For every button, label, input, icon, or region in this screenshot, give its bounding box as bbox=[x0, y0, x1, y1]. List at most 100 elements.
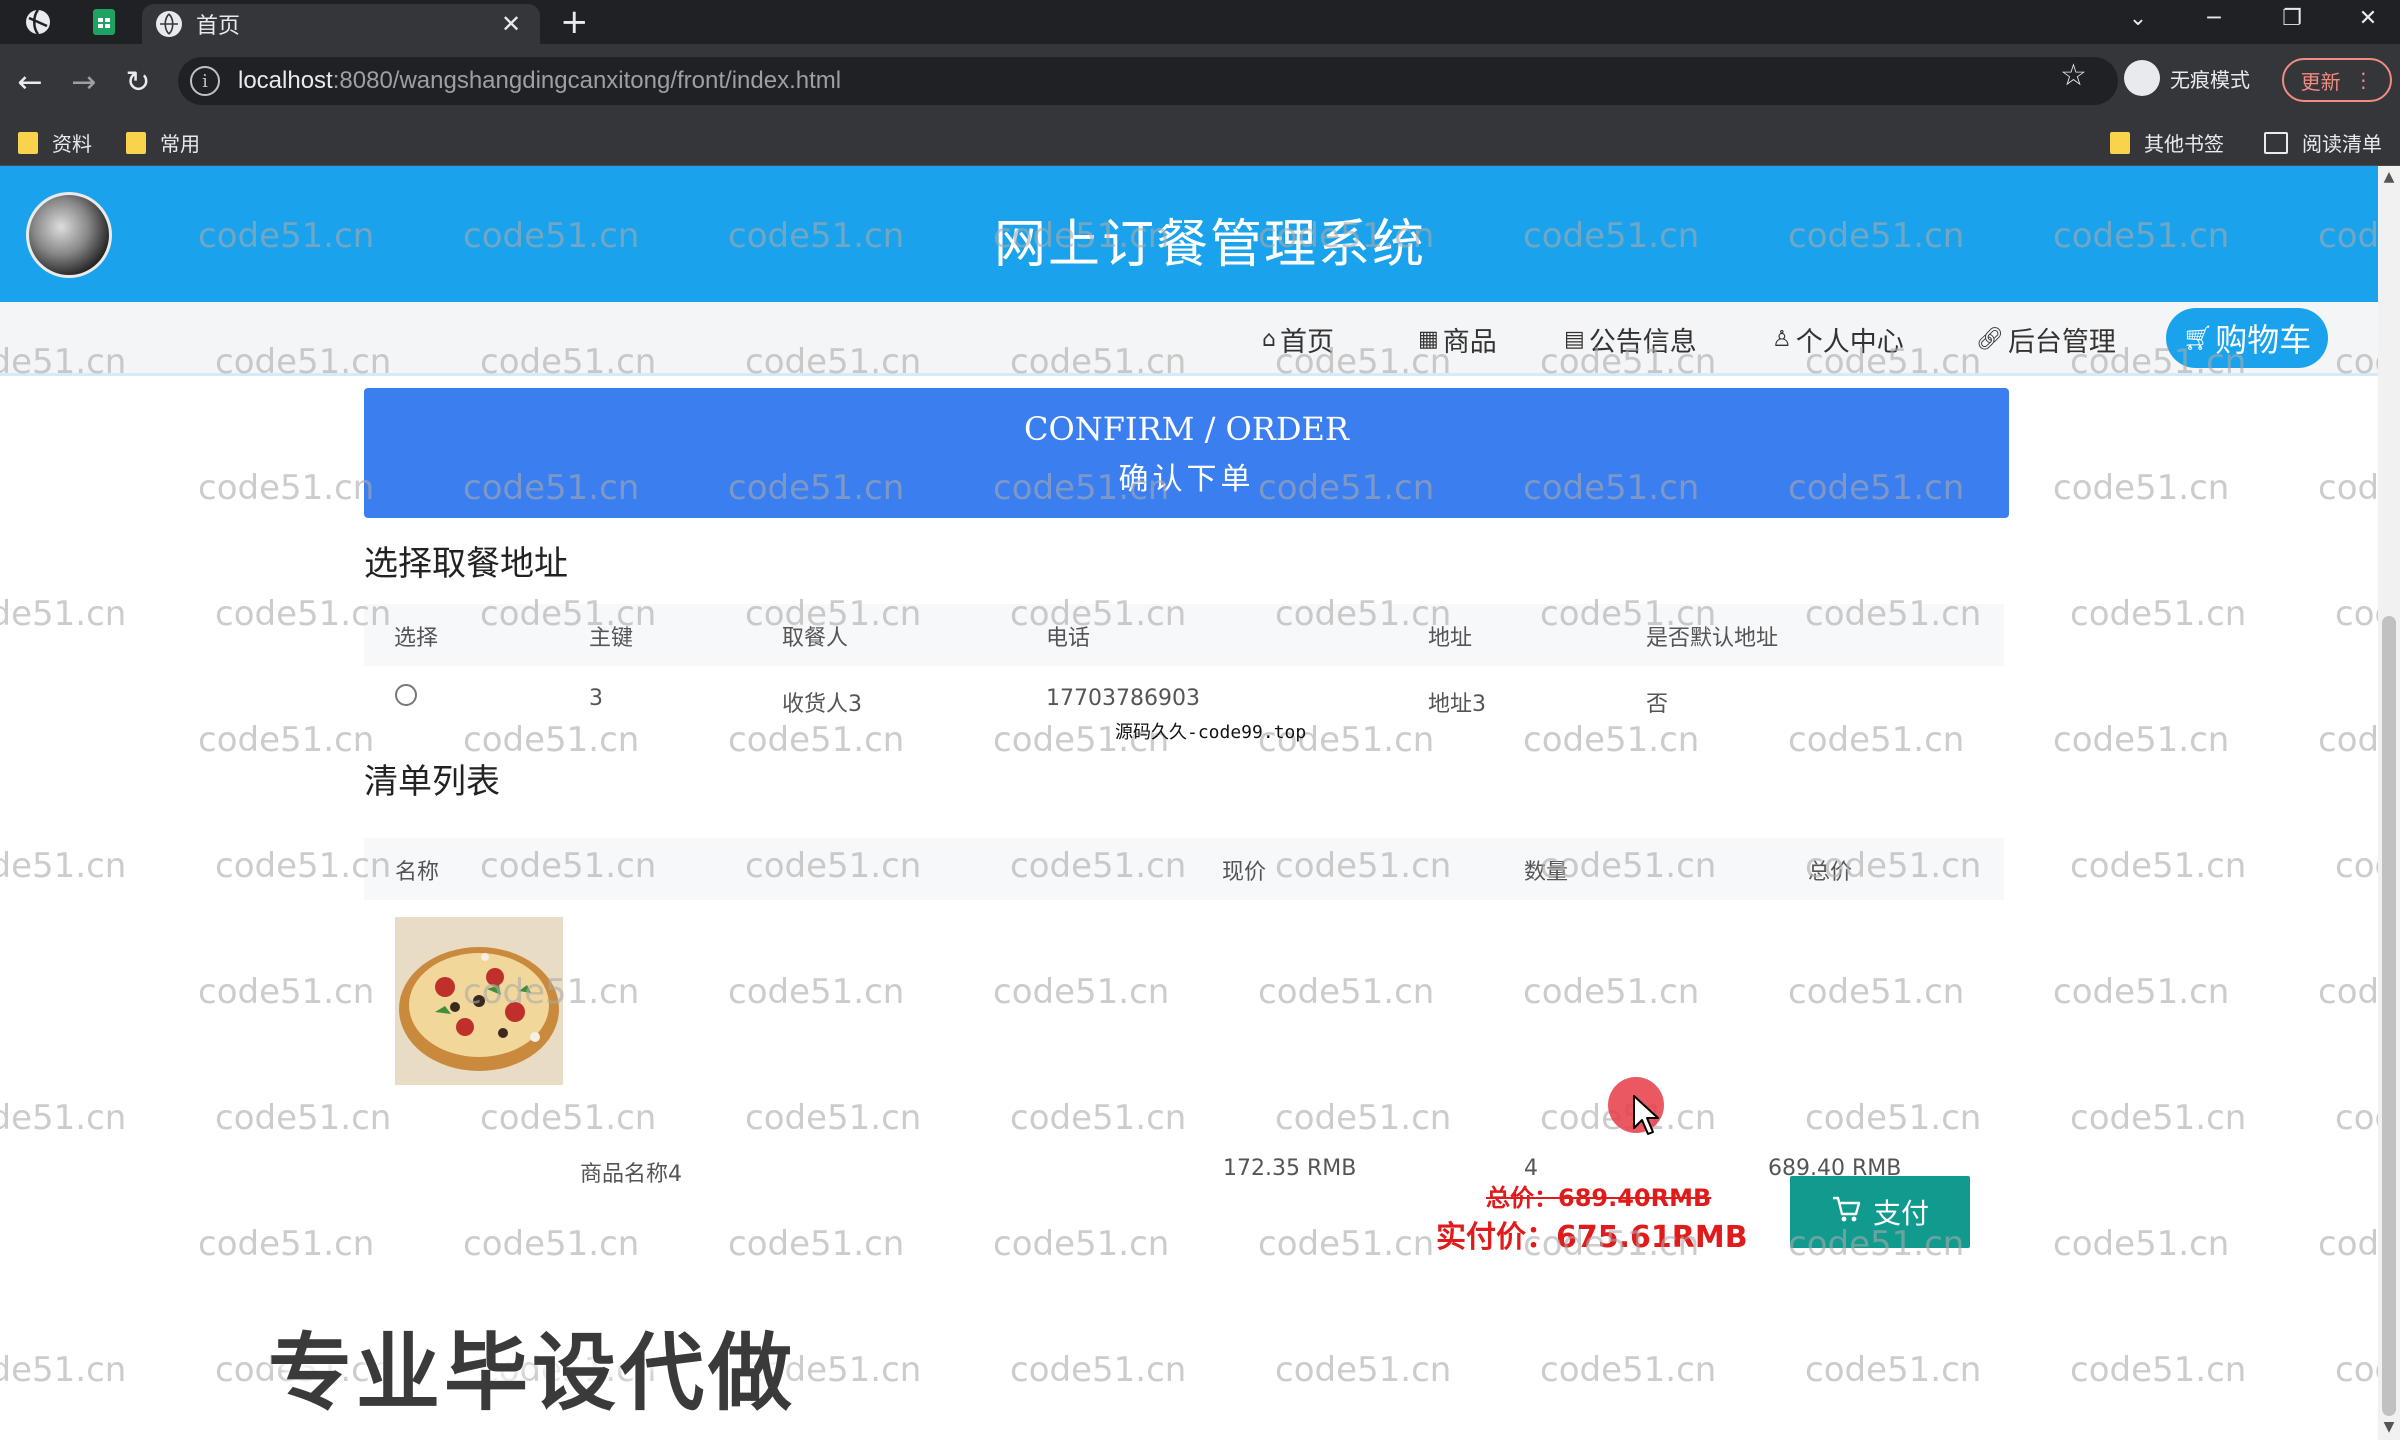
watermark-text: code51.cn bbox=[2318, 468, 2378, 508]
new-tab-button[interactable]: + bbox=[560, 4, 589, 40]
col-receiver: 取餐人 bbox=[782, 626, 849, 651]
watermark-text: code51.cn bbox=[2070, 1098, 2247, 1138]
watermark-text: code51.cn bbox=[215, 1098, 392, 1138]
watermark-text: code51.cn bbox=[993, 1224, 1170, 1264]
watermark-text: code51.cn bbox=[198, 1224, 375, 1264]
cart-button[interactable]: 🛒︎ 购物车 bbox=[2166, 308, 2328, 368]
col-name: 名称 bbox=[395, 860, 440, 885]
watermark-text: code51.cn bbox=[0, 594, 127, 634]
folder-icon bbox=[18, 131, 38, 154]
watermark-text: code51.cn bbox=[2053, 468, 2230, 508]
site-title: 网上订餐管理系统 bbox=[993, 215, 1426, 275]
page-scrollbar[interactable]: ▲ ▼ bbox=[2378, 166, 2400, 1440]
incognito-icon bbox=[2124, 60, 2160, 96]
bookmark-other[interactable]: 其他书签 bbox=[2110, 128, 2224, 157]
col-qty: 数量 bbox=[1524, 860, 1569, 885]
browser-toolbar: ← → ↻ i localhost:8080/wangshangdingcanx… bbox=[0, 44, 2400, 118]
confirm-order-banner: CONFIRM / ORDER 确认下单 bbox=[364, 388, 2009, 518]
forward-icon[interactable]: → bbox=[64, 62, 104, 102]
site-info-icon[interactable]: i bbox=[190, 66, 220, 96]
watermark-text: code51.cn bbox=[1275, 1098, 1452, 1138]
address-radio[interactable] bbox=[395, 684, 417, 706]
watermark-text: code51.cn bbox=[745, 1098, 922, 1138]
watermark-text: code51.cn bbox=[2318, 720, 2378, 760]
watermark-text: code51.cn bbox=[2335, 1350, 2378, 1390]
col-total: 总价 bbox=[1808, 860, 1853, 885]
reading-list-icon bbox=[2264, 131, 2288, 154]
order-table-header: 名称 现价 数量 总价 bbox=[364, 838, 2004, 900]
scroll-down-icon[interactable]: ▼ bbox=[2382, 1420, 2396, 1434]
product-price: 172.35 RMB bbox=[1223, 1156, 1357, 1181]
nav-user-center[interactable]: ♙ 个人中心 bbox=[1772, 320, 1904, 359]
promo-overlay-text: 专业毕设代做 bbox=[268, 1324, 797, 1422]
watermark-text: code51.cn bbox=[728, 972, 905, 1012]
nav-home[interactable]: ⌂ 首页 bbox=[1262, 320, 1334, 359]
bookmark-folder-changyong[interactable]: 常用 bbox=[126, 128, 200, 157]
back-icon[interactable]: ← bbox=[10, 62, 50, 102]
bookmark-folder-ziliao[interactable]: 资料 bbox=[18, 128, 92, 157]
restore-icon[interactable]: ❐ bbox=[2262, 0, 2322, 36]
col-price: 现价 bbox=[1222, 860, 1267, 885]
browser-app-icon[interactable] bbox=[22, 6, 54, 38]
nav-products[interactable]: ▦ 商品 bbox=[1418, 320, 1497, 359]
confirm-title-en: CONFIRM / ORDER bbox=[1024, 410, 1349, 448]
watermark-text: code51.cn bbox=[2070, 846, 2247, 886]
update-button[interactable]: 更新 ⋮ bbox=[2282, 58, 2392, 102]
watermark-text: code51.cn bbox=[1258, 1224, 1435, 1264]
sheets-icon[interactable] bbox=[88, 6, 120, 38]
scroll-up-icon[interactable]: ▲ bbox=[2382, 170, 2396, 184]
product-image[interactable] bbox=[395, 917, 563, 1085]
col-select: 选择 bbox=[394, 626, 439, 651]
col-address: 地址 bbox=[1428, 626, 1473, 651]
bookmark-star-icon[interactable]: ☆ bbox=[2060, 58, 2087, 93]
tab-home[interactable]: 首页 ✕ bbox=[142, 4, 540, 44]
watermark-text: code51.cn bbox=[198, 972, 375, 1012]
watermark-text: code51.cn bbox=[1523, 972, 1700, 1012]
source-watermark: 源码久久-code99.top bbox=[1115, 722, 1307, 743]
watermark-text: code51.cn bbox=[2318, 1224, 2378, 1264]
reload-icon[interactable]: ↻ bbox=[118, 62, 158, 102]
product-name[interactable]: 商品名称4 bbox=[580, 1156, 682, 1188]
watermark-text: code51.cn bbox=[1523, 720, 1700, 760]
col-phone: 电话 bbox=[1046, 626, 1091, 651]
reading-list[interactable]: 阅读清单 bbox=[2264, 128, 2382, 157]
minimize-icon[interactable]: ─ bbox=[2184, 0, 2244, 36]
page-viewport: 网上订餐管理系统 ⌂ 首页 ▦ 商品 ▤ 公告信息 ♙ 个人中心 🔗︎ 后台管理 🛒︎ 购物… bbox=[0, 166, 2378, 1440]
address-bar[interactable]: i localhost:8080/wangshangdingcanxitong/… bbox=[178, 57, 2118, 105]
nav-announcements[interactable]: ▤ 公告信息 bbox=[1564, 320, 1697, 359]
bookmarks-bar: 资料 常用 其他书签 阅读清单 bbox=[0, 118, 2400, 166]
watermark-text: code51.cn bbox=[2318, 972, 2378, 1012]
incognito-indicator[interactable]: 无痕模式 bbox=[2124, 60, 2250, 96]
globe-icon bbox=[156, 11, 182, 37]
watermark-text: code51.cn bbox=[2070, 594, 2247, 634]
browser-tab-bar: 首页 ✕ + ⌄ ─ ❐ ✕ bbox=[0, 0, 2400, 44]
folder-icon bbox=[126, 131, 146, 154]
address-table-header: 选择 主键 取餐人 电话 地址 是否默认地址 bbox=[364, 604, 2004, 666]
watermark-text: code51.cn bbox=[463, 1224, 640, 1264]
close-window-icon[interactable]: ✕ bbox=[2338, 0, 2398, 36]
tab-title: 首页 bbox=[196, 14, 241, 39]
calendar-icon: ▤ bbox=[1564, 327, 1585, 352]
watermark-text: code51.cn bbox=[480, 1098, 657, 1138]
close-tab-icon[interactable]: ✕ bbox=[496, 10, 526, 38]
watermark-text: code51.cn bbox=[728, 1224, 905, 1264]
incognito-label: 无痕模式 bbox=[2170, 67, 2250, 92]
watermark-text: code51.cn bbox=[1275, 1350, 1452, 1390]
watermark-text: code51.cn bbox=[198, 468, 375, 508]
pay-button[interactable]: 支付 bbox=[1790, 1176, 1970, 1248]
home-icon: ⌂ bbox=[1262, 327, 1276, 352]
cart-icon: 🛒︎ bbox=[2182, 324, 2214, 352]
folder-icon bbox=[2110, 131, 2130, 154]
watermark-text: code51.cn bbox=[1788, 972, 1965, 1012]
main-nav: ⌂ 首页 ▦ 商品 ▤ 公告信息 ♙ 个人中心 🔗︎ 后台管理 🛒︎ 购物车 bbox=[0, 302, 2378, 376]
watermark-text: code51.cn bbox=[2335, 594, 2378, 634]
watermark-text: code51.cn bbox=[1805, 1098, 1982, 1138]
watermark-text: code51.cn bbox=[2335, 1098, 2378, 1138]
scrollbar-thumb[interactable] bbox=[2382, 616, 2396, 1416]
nav-admin[interactable]: 🔗︎ 后台管理 bbox=[1976, 320, 2116, 359]
watermark-text: code51.cn bbox=[0, 846, 127, 886]
tab-search-icon[interactable]: ⌄ bbox=[2108, 0, 2168, 36]
watermark-text: code51.cn bbox=[2053, 1224, 2230, 1264]
watermark-text: code51.cn bbox=[728, 720, 905, 760]
watermark-text: code51.cn bbox=[2070, 1350, 2247, 1390]
